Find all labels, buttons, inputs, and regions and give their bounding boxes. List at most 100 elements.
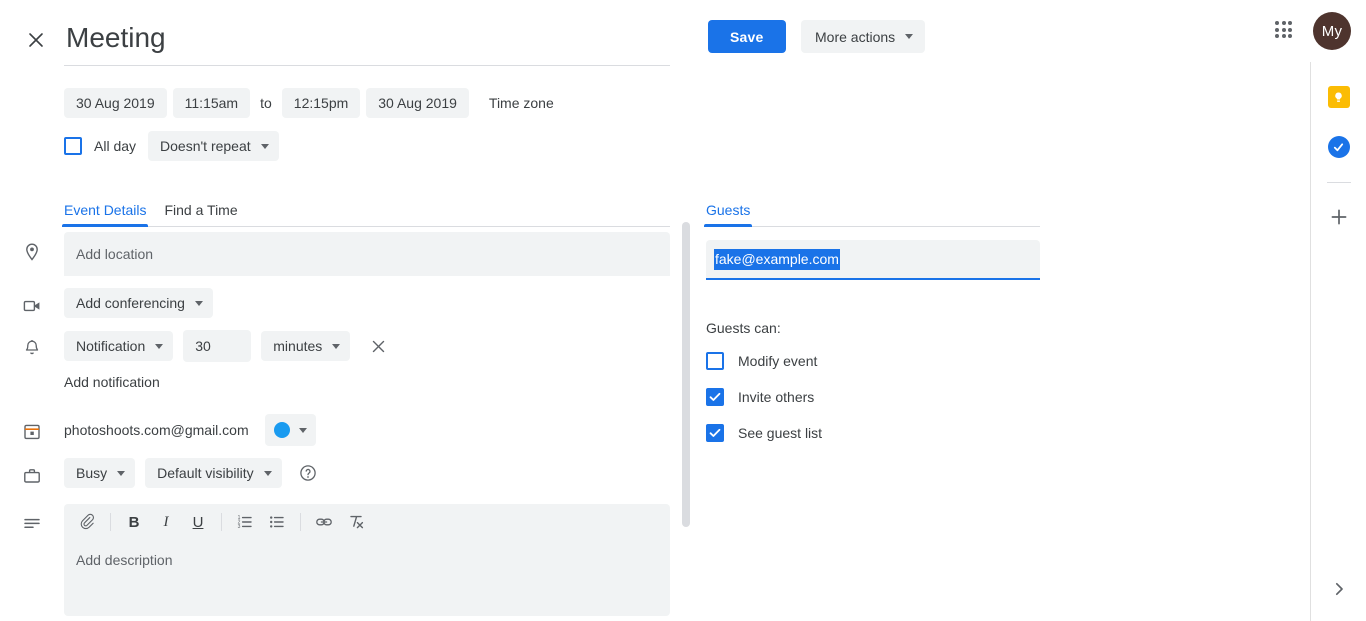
numbered-list-icon[interactable]: 1 2 3 (230, 507, 260, 537)
see-guest-list-checkbox[interactable] (706, 424, 724, 442)
guests-can-label: Guests can: (706, 320, 781, 336)
see-guest-list-label: See guest list (738, 425, 823, 441)
toolbar-divider (110, 513, 111, 531)
google-keep-icon[interactable] (1327, 86, 1350, 108)
add-notification-spacer (0, 370, 64, 374)
time-zone-button[interactable]: Time zone (489, 95, 554, 111)
keep-badge (1327, 86, 1350, 108)
bell-icon (0, 330, 64, 358)
description-editor: B I U 1 2 3 Add description (64, 504, 670, 616)
right-tabs-row: Guests (703, 196, 1040, 227)
notification-value-input[interactable] (183, 330, 252, 362)
start-date-chip[interactable]: 30 Aug 2019 (64, 88, 167, 118)
location-row (0, 232, 690, 276)
busy-label: Busy (76, 465, 108, 481)
description-input[interactable]: Add description (64, 540, 670, 616)
permission-modify-event[interactable]: Modify event (706, 346, 1040, 376)
apps-dot (1288, 27, 1293, 32)
side-panel-rail (1310, 62, 1366, 621)
scrollbar-thumb[interactable] (682, 222, 690, 527)
tab-event-details[interactable]: Event Details (61, 202, 149, 227)
apps-dot (1281, 34, 1286, 39)
chevron-down-icon (117, 470, 126, 476)
tab-find-a-time[interactable]: Find a Time (164, 202, 237, 226)
visibility-dropdown[interactable]: Default visibility (145, 458, 282, 488)
permission-invite-others[interactable]: Invite others (706, 382, 1040, 412)
event-color-dropdown[interactable] (264, 414, 316, 446)
apps-dot (1275, 27, 1279, 32)
end-date-chip[interactable]: 30 Aug 2019 (366, 88, 469, 118)
video-camera-icon (0, 288, 64, 316)
description-toolbar: B I U 1 2 3 (64, 504, 670, 540)
invite-others-checkbox[interactable] (706, 388, 724, 406)
notification-type-dropdown[interactable]: Notification (64, 331, 174, 361)
save-button[interactable]: Save (708, 20, 786, 53)
bulleted-list-icon[interactable] (262, 507, 292, 537)
location-body (64, 232, 690, 276)
more-actions-button[interactable]: More actions (801, 20, 926, 53)
left-panel-scrollbar[interactable] (682, 222, 690, 621)
description-body: B I U 1 2 3 Add description (64, 504, 690, 616)
start-time-chip[interactable]: 11:15am (172, 88, 251, 118)
modify-event-label: Modify event (738, 353, 818, 369)
calendar-body: photoshoots.com@gmail.com (64, 414, 690, 446)
svg-text:3: 3 (238, 524, 241, 530)
remove-notification-icon[interactable] (366, 334, 390, 358)
close-icon[interactable] (20, 24, 52, 56)
guests-panel: fake@example.com Guests can: Modify even… (706, 240, 1040, 448)
add-notification-link[interactable]: Add notification (64, 370, 160, 394)
add-side-panel-app-icon[interactable] (1327, 205, 1351, 229)
tab-guests[interactable]: Guests (703, 202, 753, 227)
repeat-dropdown[interactable]: Doesn't repeat (148, 131, 279, 161)
apps-dot (1281, 21, 1286, 25)
event-details-form: Add conferencing Notification (0, 232, 690, 616)
chevron-down-icon (905, 34, 914, 39)
remove-formatting-icon[interactable] (341, 507, 371, 537)
busy-dropdown[interactable]: Busy (64, 458, 136, 488)
end-time-chip[interactable]: 12:15pm (281, 88, 361, 118)
guest-email-input[interactable]: fake@example.com (706, 240, 1040, 280)
underline-icon[interactable]: U (183, 507, 213, 537)
add-notification-body: Add notification (64, 370, 690, 394)
title-underline (64, 65, 670, 66)
event-editor-page: Meeting Save More actions My 30 Aug 2019… (0, 0, 1366, 621)
chevron-down-icon (155, 343, 164, 349)
add-notification-row: Add notification (0, 370, 690, 400)
left-tabs-row: Event Details Find a Time (61, 196, 670, 227)
google-tasks-icon[interactable] (1327, 136, 1350, 158)
all-day-label: All day (94, 138, 137, 154)
calendar-email: photoshoots.com@gmail.com (64, 422, 249, 438)
invite-others-label: Invite others (738, 389, 815, 405)
all-day-checkbox[interactable] (64, 137, 82, 155)
apps-dot (1288, 34, 1293, 39)
left-tabs-rule (64, 226, 670, 227)
event-color-swatch (273, 422, 290, 438)
avatar[interactable]: My (1313, 12, 1351, 50)
apps-dot (1275, 21, 1279, 25)
apps-dot (1275, 34, 1279, 39)
visibility-label: Default visibility (157, 465, 254, 481)
briefcase-icon (0, 458, 64, 486)
toolbar-divider (221, 513, 222, 531)
event-title-wrap: Meeting (64, 18, 670, 66)
insert-link-icon[interactable] (309, 507, 339, 537)
modify-event-checkbox[interactable] (706, 352, 724, 370)
more-actions-label: More actions (815, 28, 896, 45)
add-conferencing-dropdown[interactable]: Add conferencing (64, 288, 213, 318)
calendar-icon (0, 414, 64, 441)
help-circle-icon[interactable] (298, 463, 318, 483)
toolbar-divider (300, 513, 301, 531)
italic-icon[interactable]: I (151, 507, 181, 537)
permission-see-guest-list[interactable]: See guest list (706, 418, 1040, 448)
description-row: B I U 1 2 3 Add description (0, 504, 690, 616)
location-pin-icon (0, 232, 64, 262)
notification-row: Notification minutes (0, 330, 690, 362)
event-title-input[interactable]: Meeting (64, 18, 670, 62)
apps-grid-icon[interactable] (1272, 18, 1296, 42)
chevron-down-icon (263, 470, 272, 476)
location-input[interactable] (64, 232, 670, 276)
notification-unit-dropdown[interactable]: minutes (261, 331, 351, 361)
attach-icon[interactable] (72, 507, 102, 537)
chevron-right-icon[interactable] (1327, 577, 1351, 601)
bold-icon[interactable]: B (119, 507, 149, 537)
